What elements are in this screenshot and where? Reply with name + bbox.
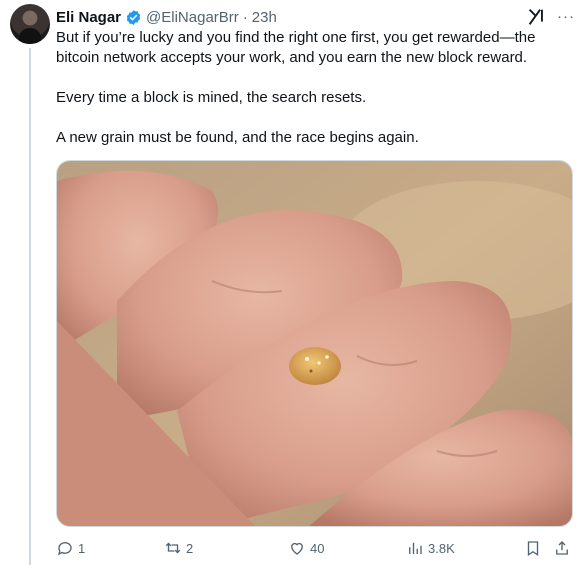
action-bar: 1 2 40 3.8K — [56, 537, 573, 561]
bookmark-icon — [527, 541, 539, 557]
author-name[interactable]: Eli Nagar — [56, 9, 121, 26]
tweet-paragraph: But if you’re lucky and you find the rig… — [56, 29, 536, 66]
tweet-paragraph: A new grain must be found, and the race … — [56, 129, 419, 146]
views-count: 3.8K — [428, 540, 455, 556]
avatar[interactable] — [10, 4, 50, 44]
reply-button[interactable]: 1 — [56, 539, 85, 557]
like-icon — [291, 542, 303, 555]
views-icon — [409, 542, 422, 554]
repost-button[interactable]: 2 — [164, 539, 193, 557]
verified-badge-icon — [125, 9, 142, 26]
repost-icon — [165, 542, 181, 554]
share-button[interactable] — [553, 539, 571, 557]
tweet-paragraph: Every time a block is mined, the search … — [56, 89, 367, 106]
tweet: Eli Nagar @EliNagarBrr · 23h ··· But if … — [0, 0, 583, 565]
hand-photo — [57, 161, 572, 526]
author-handle[interactable]: @EliNagarBrr — [146, 9, 239, 26]
tweet-photo[interactable] — [56, 160, 573, 527]
bookmark-button[interactable] — [524, 539, 542, 557]
thread-line — [29, 48, 31, 565]
reply-count: 1 — [78, 540, 86, 556]
views-button[interactable]: 3.8K — [406, 539, 455, 557]
separator-dot: · — [242, 8, 248, 26]
more-icon[interactable]: ··· — [557, 8, 575, 25]
tweet-header: Eli Nagar @EliNagarBrr · 23h ··· — [56, 6, 575, 28]
grok-icon[interactable] — [525, 6, 547, 28]
timestamp[interactable]: 23h — [252, 9, 277, 26]
like-count: 40 — [310, 540, 325, 556]
share-icon — [556, 541, 568, 555]
repost-count: 2 — [186, 540, 194, 556]
like-button[interactable]: 40 — [288, 539, 324, 557]
reply-icon — [57, 542, 72, 556]
tweet-text: But if you’re lucky and you find the rig… — [56, 28, 576, 148]
